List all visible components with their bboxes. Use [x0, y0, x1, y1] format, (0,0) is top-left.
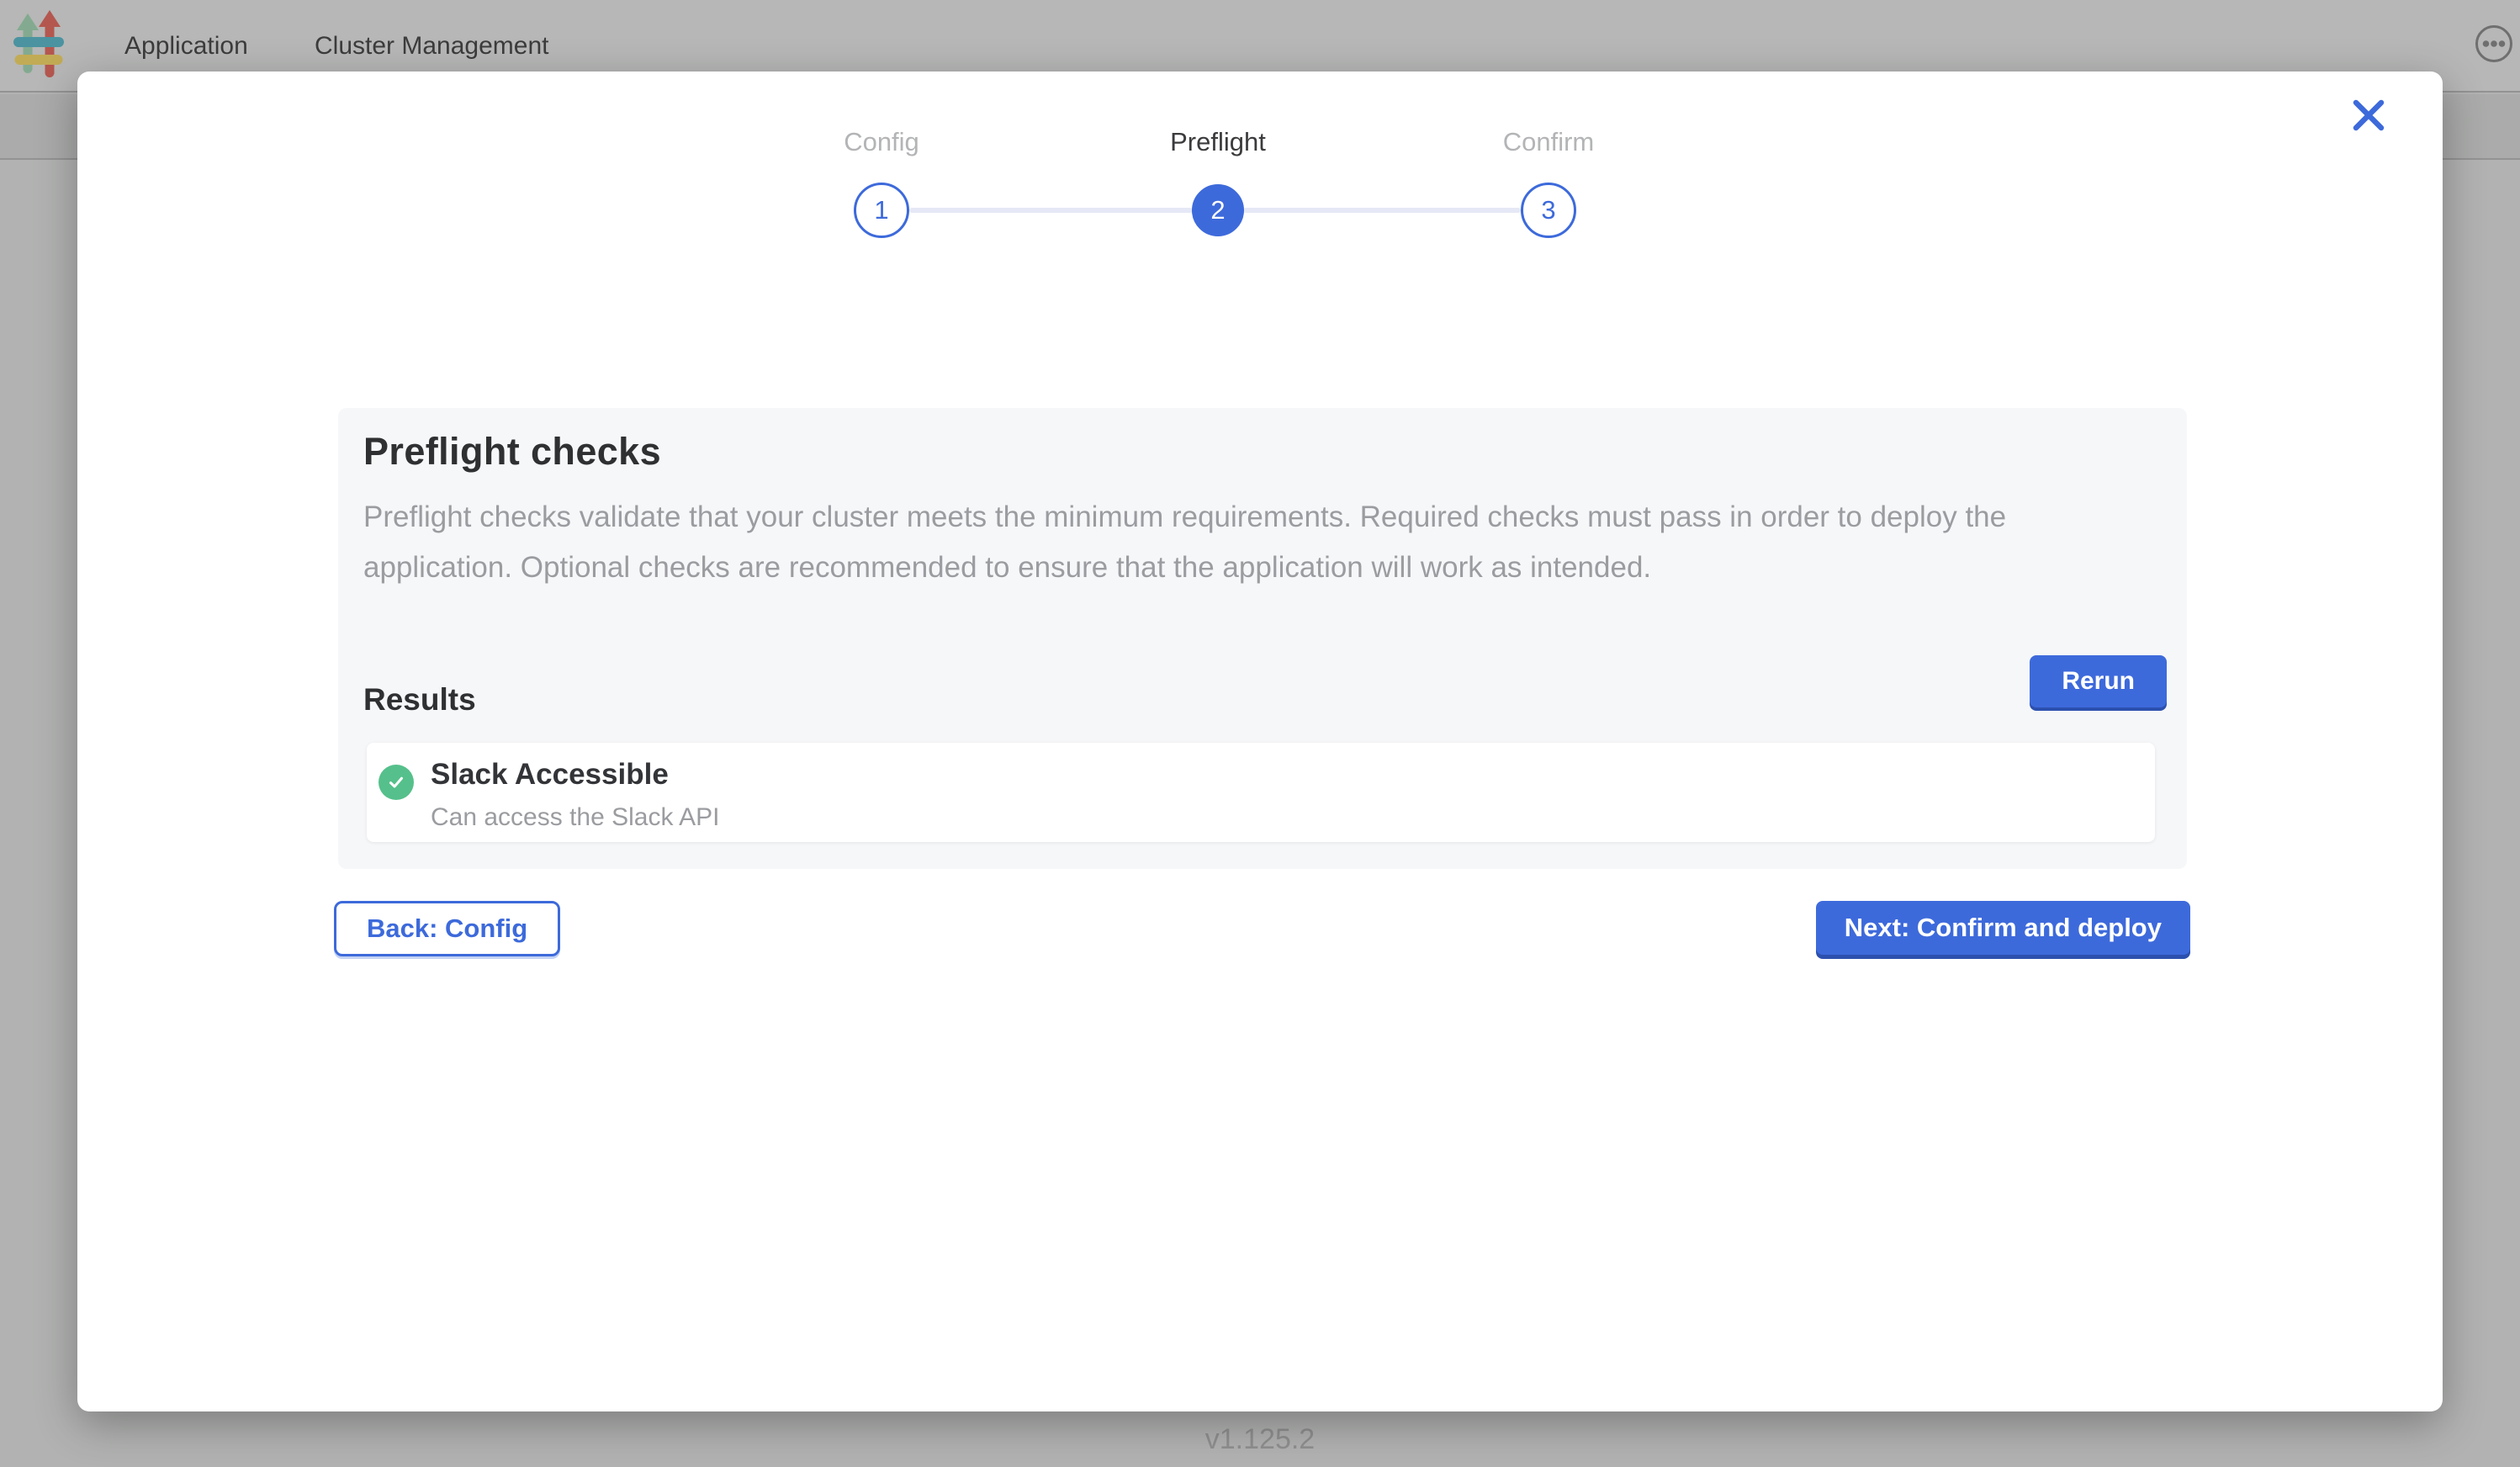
step-number-badge: 3	[1521, 183, 1576, 238]
panel-description: Preflight checks validate that your clus…	[363, 492, 2113, 593]
rerun-button[interactable]: Rerun	[2030, 655, 2167, 707]
check-name: Slack Accessible	[431, 758, 669, 792]
ellipsis-menu-icon[interactable]	[2475, 24, 2513, 63]
deploy-wizard-modal: Config 1 Preflight 2 Confirm 3 Preflight…	[77, 71, 2443, 1411]
screen: Application Cluster Management v1.125.2 …	[0, 0, 2520, 1467]
step-confirm: Confirm 3	[1439, 127, 1658, 238]
preflight-panel: Preflight checks Preflight checks valida…	[338, 408, 2187, 869]
version-text: v1.125.2	[0, 1423, 2520, 1456]
step-config: Config 1	[772, 127, 991, 238]
step-label: Confirm	[1439, 127, 1658, 164]
close-icon[interactable]	[2347, 93, 2390, 137]
next-confirm-deploy-button[interactable]: Next: Confirm and deploy	[1816, 901, 2190, 955]
step-label: Config	[772, 127, 991, 164]
back-config-button[interactable]: Back: Config	[334, 901, 560, 956]
results-heading: Results	[363, 682, 476, 718]
panel-title: Preflight checks	[363, 430, 661, 474]
check-detail: Can access the Slack API	[431, 803, 720, 832]
step-preflight: Preflight 2	[1109, 127, 1327, 236]
preflight-check-row: Slack Accessible Can access the Slack AP…	[367, 743, 2155, 842]
step-number-badge: 1	[854, 183, 909, 238]
step-label: Preflight	[1109, 127, 1327, 164]
app-logo-icon	[13, 10, 64, 77]
step-number-badge: 2	[1192, 184, 1244, 236]
check-circle-icon	[379, 765, 414, 800]
